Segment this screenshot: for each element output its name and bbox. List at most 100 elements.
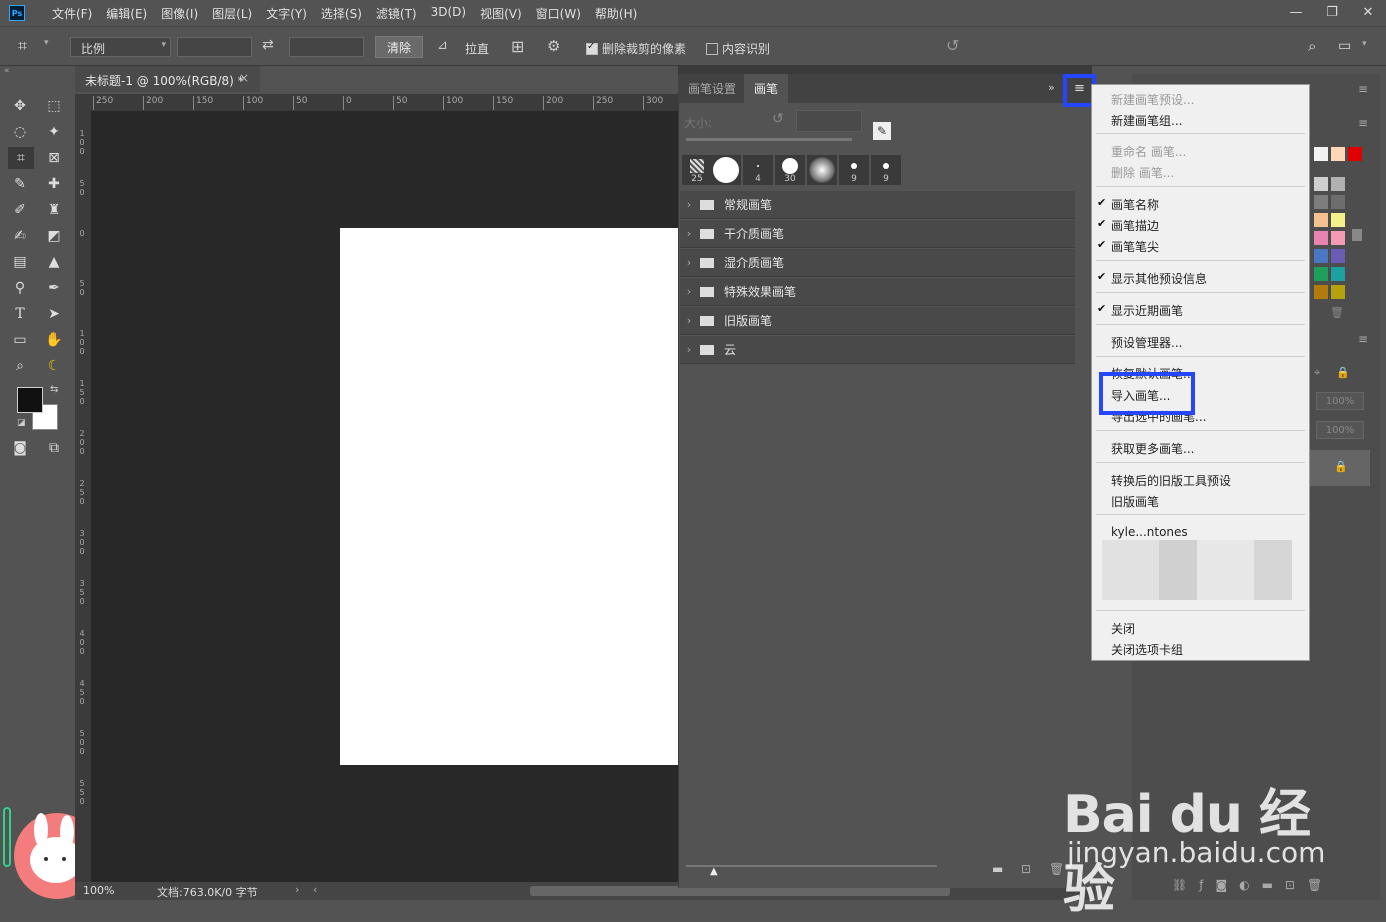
- zoom-tool-icon[interactable]: ⌕: [10, 356, 30, 376]
- panel-menu-icon[interactable]: ≡: [1358, 332, 1368, 346]
- create-brush-icon[interactable]: ✎: [873, 122, 891, 140]
- chevron-down-icon[interactable]: ▾: [1362, 39, 1367, 49]
- swap-icon[interactable]: ⇄: [262, 37, 274, 53]
- fill-field[interactable]: 100%: [1316, 421, 1364, 439]
- brush-group-row[interactable]: › 湿介质画笔: [680, 249, 1075, 277]
- hand-tool-icon[interactable]: ✋: [44, 330, 64, 350]
- pen-tool-icon[interactable]: ✒: [44, 278, 64, 298]
- color-swatch[interactable]: [1331, 231, 1345, 245]
- healing-brush-icon[interactable]: ✚: [44, 174, 64, 194]
- panel-grip[interactable]: [678, 66, 1092, 74]
- search-icon[interactable]: ⌕: [1308, 37, 1316, 55]
- menu-item[interactable]: 重命名 画笔...: [1111, 143, 1186, 160]
- menu-item[interactable]: 编辑(E): [99, 5, 154, 22]
- menu-item[interactable]: 转换后的旧版工具预设: [1111, 472, 1231, 489]
- tab-brushes[interactable]: 画笔: [744, 74, 789, 103]
- color-swatch[interactable]: [1331, 285, 1345, 299]
- menu-item[interactable]: 预设管理器...: [1111, 334, 1182, 351]
- close-icon[interactable]: ✕: [1350, 0, 1386, 24]
- path-select-icon[interactable]: ➤: [44, 304, 64, 324]
- menu-item[interactable]: ✔ 画笔名称: [1097, 196, 1159, 213]
- rectangle-tool-icon[interactable]: ▭: [10, 330, 30, 350]
- reset-size-icon[interactable]: ↺: [772, 111, 784, 127]
- magic-wand-icon[interactable]: ✦: [44, 122, 64, 142]
- document-info[interactable]: 文档:763.0K/0 字节: [157, 884, 258, 900]
- move-tool-icon[interactable]: ✥: [10, 96, 30, 116]
- straighten-label[interactable]: 拉直: [465, 40, 489, 57]
- chevron-right-icon[interactable]: ›: [680, 314, 698, 327]
- trash-icon[interactable]: 🗑: [1330, 306, 1344, 319]
- color-swatch[interactable]: [1314, 147, 1328, 161]
- color-swatch[interactable]: [1331, 267, 1345, 281]
- trash-icon[interactable]: 🗑: [1049, 862, 1064, 876]
- grid-overlay-icon[interactable]: ⊞: [511, 37, 524, 56]
- color-swatch[interactable]: [1331, 147, 1345, 161]
- content-aware-checkbox[interactable]: [706, 41, 718, 55]
- brush-group-row[interactable]: › 云: [680, 336, 1075, 364]
- color-swatch[interactable]: [1331, 177, 1345, 191]
- dodge-tool-icon[interactable]: ⚲: [10, 278, 30, 298]
- opacity-field[interactable]: 100%: [1316, 392, 1364, 410]
- menu-item[interactable]: 帮助(H): [588, 5, 644, 22]
- ratio-select[interactable]: 比例 ▾: [70, 37, 171, 57]
- brush-tip-5[interactable]: 9: [839, 155, 869, 185]
- menu-item[interactable]: 窗口(W): [529, 5, 588, 22]
- chevron-right-icon[interactable]: ›: [680, 256, 698, 269]
- menu-item[interactable]: 3D(D): [424, 5, 473, 22]
- menu-item[interactable]: 滤镜(T): [369, 5, 424, 22]
- panel-menu-icon[interactable]: ≡: [1074, 81, 1085, 96]
- color-swatch[interactable]: [1314, 213, 1328, 227]
- color-swatch[interactable]: [1331, 213, 1345, 227]
- chevron-down-icon[interactable]: ▾: [44, 38, 49, 48]
- type-tool-icon[interactable]: T: [10, 304, 30, 324]
- lasso-tool-icon[interactable]: ◌: [10, 122, 30, 142]
- collapse-icon[interactable]: «: [4, 66, 10, 76]
- brush-tip-1[interactable]: [711, 155, 741, 185]
- screen-mode-icon[interactable]: ⧉: [44, 438, 64, 458]
- brush-tip-2[interactable]: 4: [743, 155, 773, 185]
- panel-menu-icon[interactable]: ≡: [1358, 116, 1368, 130]
- quick-mask-icon[interactable]: ◙: [10, 438, 30, 458]
- menu-item[interactable]: 新建画笔组...: [1111, 112, 1182, 129]
- document-tab[interactable]: 未标题-1 @ 100%(RGB/8) * ×: [75, 66, 260, 92]
- chevron-right-icon[interactable]: ›: [680, 285, 698, 298]
- clear-button[interactable]: 清除: [375, 36, 423, 58]
- menu-item[interactable]: ✔ 显示其他预设信息: [1097, 270, 1207, 287]
- transform-icon[interactable]: ⌖: [1314, 366, 1320, 380]
- tab-brush-settings[interactable]: 画笔设置: [678, 74, 746, 103]
- frame-tool-icon[interactable]: ⊠: [44, 148, 64, 168]
- eyedropper-icon[interactable]: ✎: [10, 174, 30, 194]
- color-swatch[interactable]: [1348, 147, 1362, 161]
- chevron-left-icon[interactable]: ‹: [313, 883, 317, 896]
- menu-item[interactable]: ✔ 显示近期画笔: [1097, 302, 1183, 319]
- color-swatch[interactable]: [1331, 195, 1345, 209]
- restore-icon[interactable]: ❐: [1314, 0, 1350, 24]
- chevron-right-icon[interactable]: ›: [295, 883, 299, 896]
- layer-thumbnail[interactable]: 🔒: [1310, 450, 1370, 486]
- color-swatch[interactable]: [1314, 249, 1328, 263]
- panel-menu-icon[interactable]: ≡: [1358, 82, 1368, 96]
- color-swatch[interactable]: [1314, 267, 1328, 281]
- crop-tool-icon[interactable]: ⌗: [8, 147, 34, 169]
- marquee-tool-icon[interactable]: ⬚: [44, 96, 64, 116]
- height-field[interactable]: [289, 37, 364, 57]
- swap-colors-icon[interactable]: ⇆: [50, 384, 58, 395]
- brush-tip-6[interactable]: 9: [871, 155, 901, 185]
- menu-item[interactable]: ✔ 画笔笔尖: [1097, 238, 1159, 255]
- foreground-color-swatch[interactable]: [17, 387, 43, 413]
- menu-item[interactable]: 图层(L): [205, 5, 259, 22]
- close-tab-icon[interactable]: ×: [239, 71, 249, 85]
- straighten-icon[interactable]: ⊿: [437, 38, 448, 53]
- color-swatch[interactable]: [1314, 177, 1328, 191]
- menu-item[interactable]: 视图(V): [473, 5, 529, 22]
- gradient-tool-icon[interactable]: ▤: [10, 252, 30, 272]
- menu-item[interactable]: 文件(F): [45, 5, 99, 22]
- menu-item[interactable]: 删除 画笔...: [1111, 164, 1174, 181]
- history-brush-icon[interactable]: ✍: [10, 226, 30, 246]
- minimize-icon[interactable]: —: [1278, 0, 1314, 24]
- color-swatch[interactable]: [1331, 249, 1345, 263]
- menu-item[interactable]: 关闭选项卡组: [1111, 641, 1183, 658]
- preview-size-slider[interactable]: [686, 865, 937, 867]
- reset-icon[interactable]: ↺: [946, 36, 959, 55]
- brush-tip-0[interactable]: 25: [682, 155, 712, 185]
